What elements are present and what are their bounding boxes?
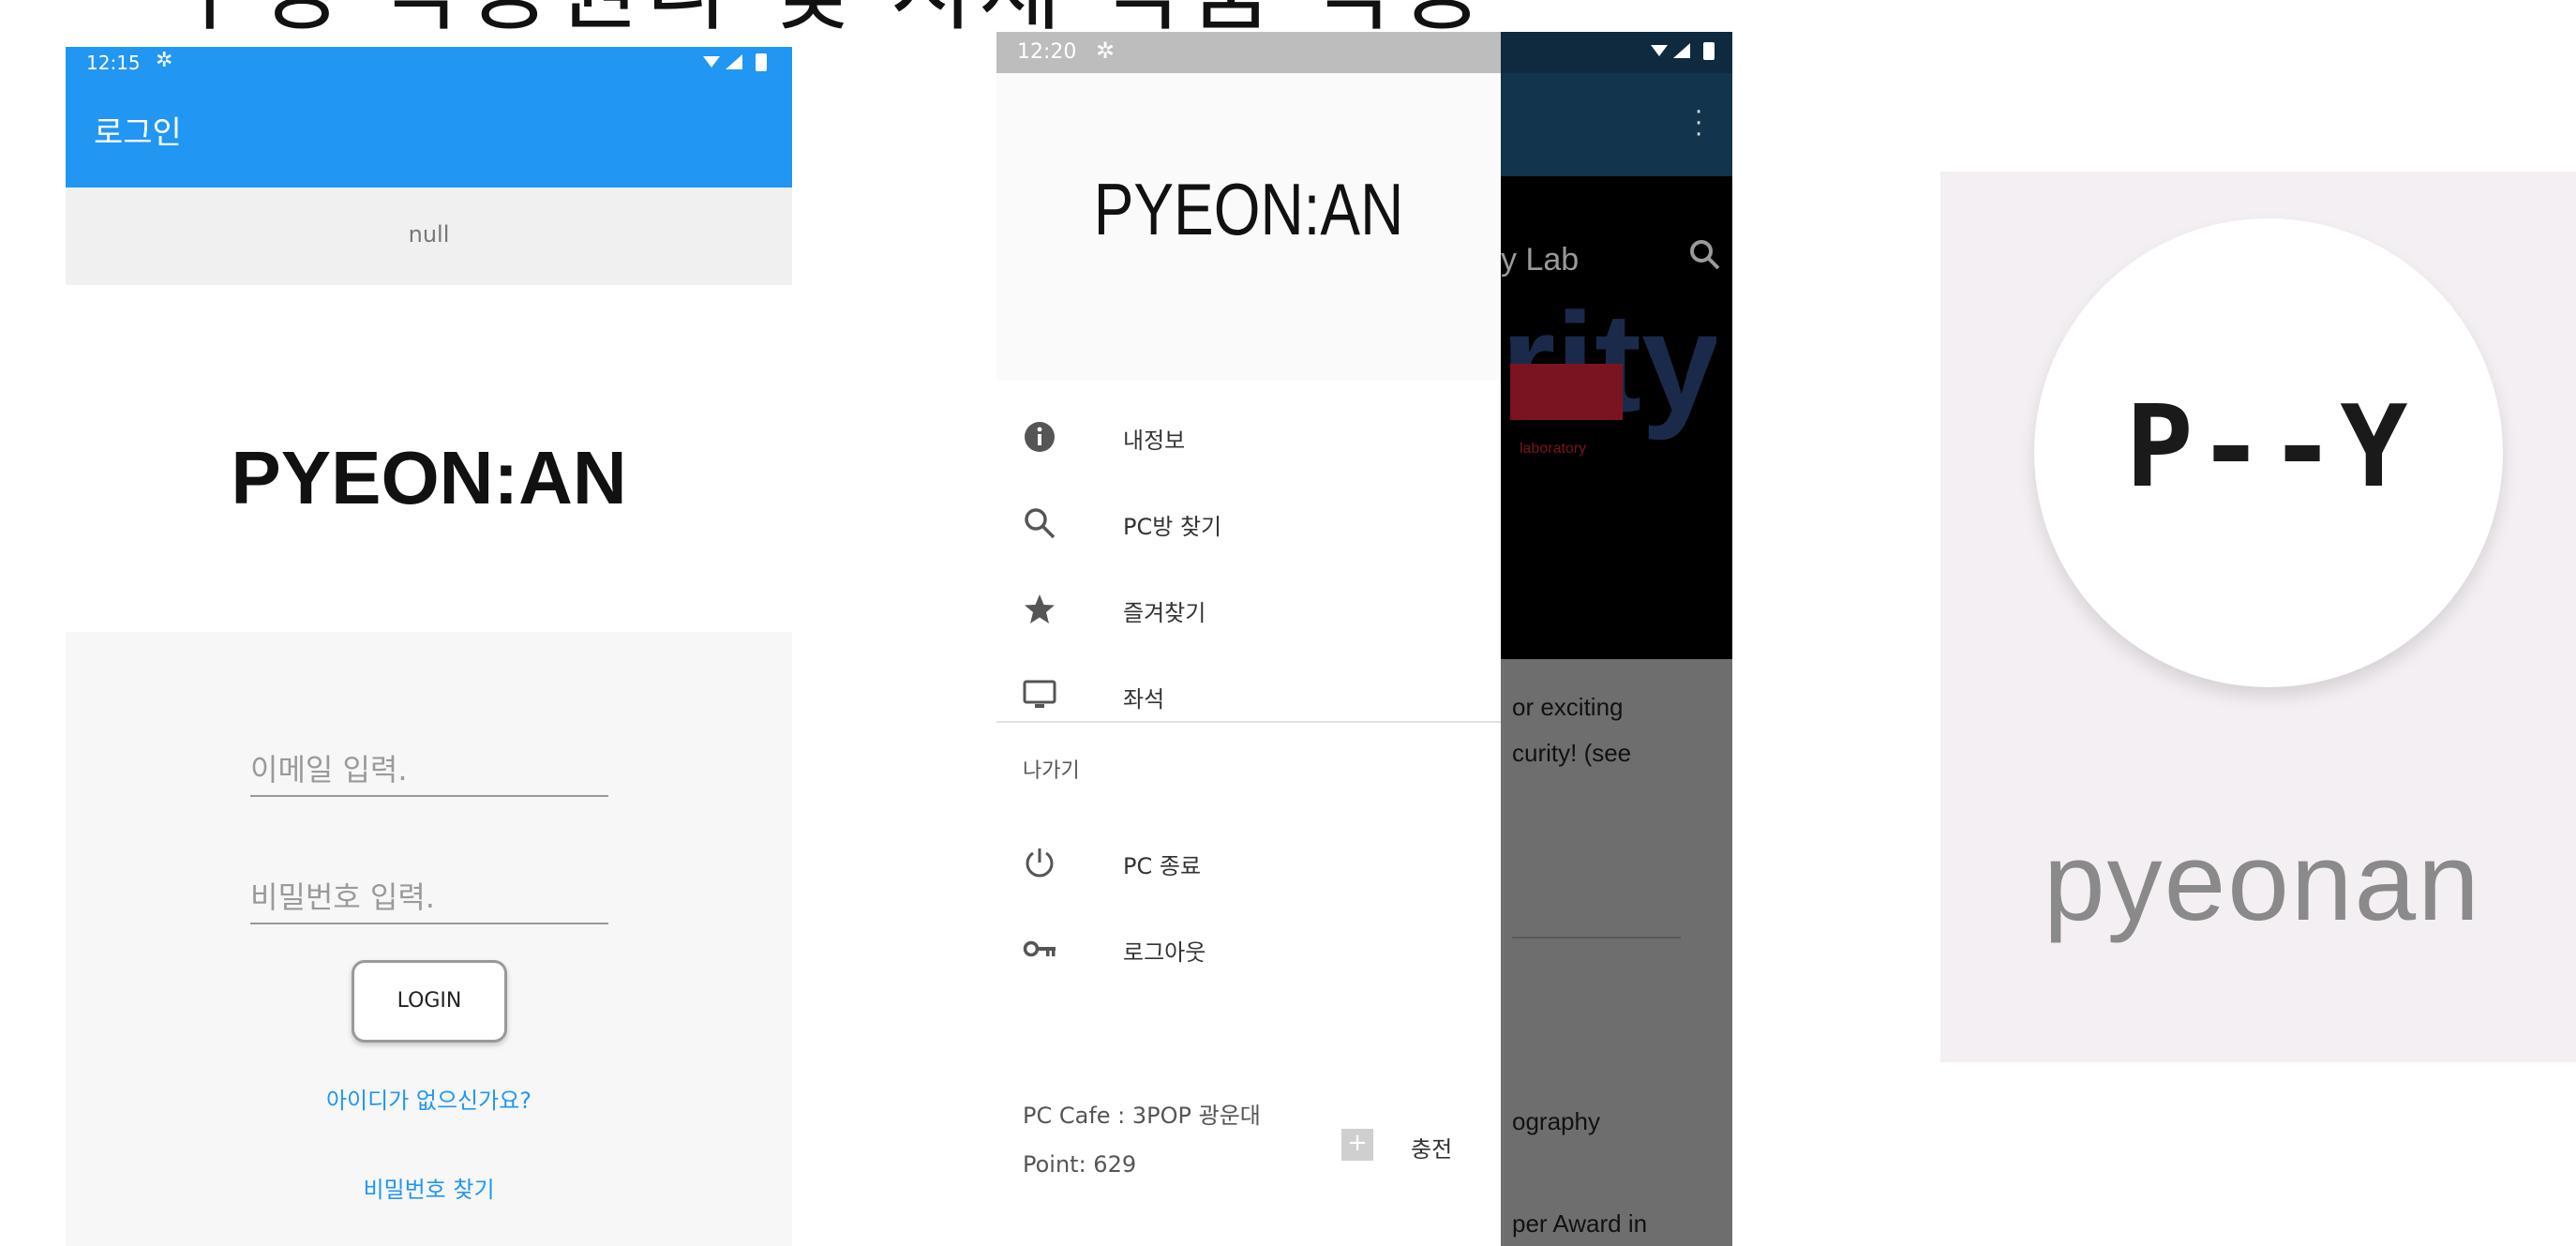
login-form: 이메일 입력. 비밀번호 입력. LOGIN 아이디가 없으신가요? 비밀번호 … — [66, 632, 792, 1246]
menu-item-logout[interactable]: 로그아웃 — [996, 917, 1501, 983]
background-text-1: or exciting — [1512, 693, 1624, 721]
point-info: Point: 629 — [1023, 1151, 1137, 1178]
power-icon — [1026, 848, 1054, 878]
background-banner: y Lab rity laboratory — [1501, 176, 1732, 659]
background-text-4: per Award in — [1512, 1209, 1648, 1238]
star-icon — [1025, 594, 1055, 623]
add-icon[interactable]: + — [1341, 1129, 1373, 1161]
more-icon[interactable]: · · · — [1695, 100, 1702, 147]
slide-heading: 구성 작동원리 및 시제 작품 작동 — [169, 0, 1490, 36]
menu-label: 즐겨찾기 — [1123, 600, 1206, 626]
drawer-divider — [996, 721, 1501, 723]
null-message: null — [408, 221, 450, 248]
svg-text:laboratory: laboratory — [1520, 441, 1586, 457]
menu-label: PC방 찾기 — [1123, 514, 1222, 540]
menu-item-pc-shutdown[interactable]: PC 종료 — [996, 831, 1501, 896]
app-bar: 로그인 — [66, 79, 792, 188]
page-title: 로그인 — [94, 114, 182, 152]
menu-item-find-pc-cafe[interactable]: PC방 찾기 — [996, 491, 1501, 557]
signal-battery-icon — [703, 53, 767, 71]
app-name: pyeonan — [2044, 820, 2481, 944]
charge-button[interactable]: 충전 — [1411, 1131, 1452, 1163]
menu-label: 로그아웃 — [1123, 939, 1206, 966]
background-text-2: curity! (see — [1512, 739, 1632, 767]
app-icon-preview: P--Y pyeonan — [1940, 172, 2576, 1062]
gear-icon: ✲ — [1096, 38, 1116, 64]
brand-logo: PYEON:AN — [1093, 168, 1404, 250]
status-bar: 12:15 ✲ — [66, 47, 792, 79]
background-status-bar — [1501, 32, 1732, 73]
app-icon-mark: P--Y — [2125, 383, 2412, 513]
signup-link[interactable]: 아이디가 없으신가요? — [66, 1082, 792, 1115]
signal-battery-icon — [1651, 42, 1715, 60]
status-time: 12:15 — [86, 52, 141, 74]
status-time: 12:20 — [1017, 40, 1077, 64]
menu-label: 좌석 — [1123, 686, 1165, 713]
app-icon: P--Y — [2034, 218, 2503, 687]
menu-label: PC 종료 — [1123, 853, 1202, 879]
background-text-3: ography — [1512, 1107, 1600, 1135]
banner-artwork: rity laboratory — [1510, 298, 1716, 457]
email-field[interactable]: 이메일 입력. — [250, 746, 608, 797]
find-password-link[interactable]: 비밀번호 찾기 — [66, 1171, 792, 1204]
menu-item-my-info[interactable]: 내정보 — [996, 405, 1501, 471]
background-divider — [1512, 937, 1681, 938]
brand-logo: PYEON:AN — [231, 436, 627, 519]
menu-label: 내정보 — [1123, 428, 1186, 454]
message-box: null — [66, 188, 792, 285]
monitor-icon — [1023, 680, 1056, 708]
menu-item-favorites[interactable]: 즐겨찾기 — [996, 578, 1501, 643]
navigation-drawer: 12:20 ✲ PYEON:AN 내정보 PC방 찾기 즐겨찾기 좌석 나가기 … — [996, 32, 1501, 1246]
gear-icon: ✲ — [156, 49, 173, 72]
drawer-header: PYEON:AN — [996, 73, 1501, 381]
status-bar: 12:20 ✲ — [996, 32, 1501, 73]
search-icon[interactable] — [1688, 238, 1722, 272]
login-button[interactable]: LOGIN — [352, 960, 507, 1043]
background-title-fragment: y Lab — [1501, 242, 1580, 278]
menu-item-seats[interactable]: 좌석 — [996, 664, 1501, 729]
login-screen: 12:15 ✲ 로그인 null PYEON:AN 이메일 입력. 비밀번호 입… — [66, 47, 792, 1246]
search-icon — [1025, 508, 1056, 539]
brand-area: PYEON:AN — [66, 285, 792, 632]
drawer-screen: ··· y Lab rity laboratory or exciting cu… — [996, 32, 1732, 1246]
exit-section-label: 나가기 — [1023, 759, 1080, 783]
password-field[interactable]: 비밀번호 입력. — [250, 874, 608, 924]
info-icon — [1025, 422, 1055, 452]
pc-cafe-info: PC Cafe : 3POP 광운대 — [1023, 1103, 1261, 1129]
key-icon — [1023, 940, 1056, 957]
